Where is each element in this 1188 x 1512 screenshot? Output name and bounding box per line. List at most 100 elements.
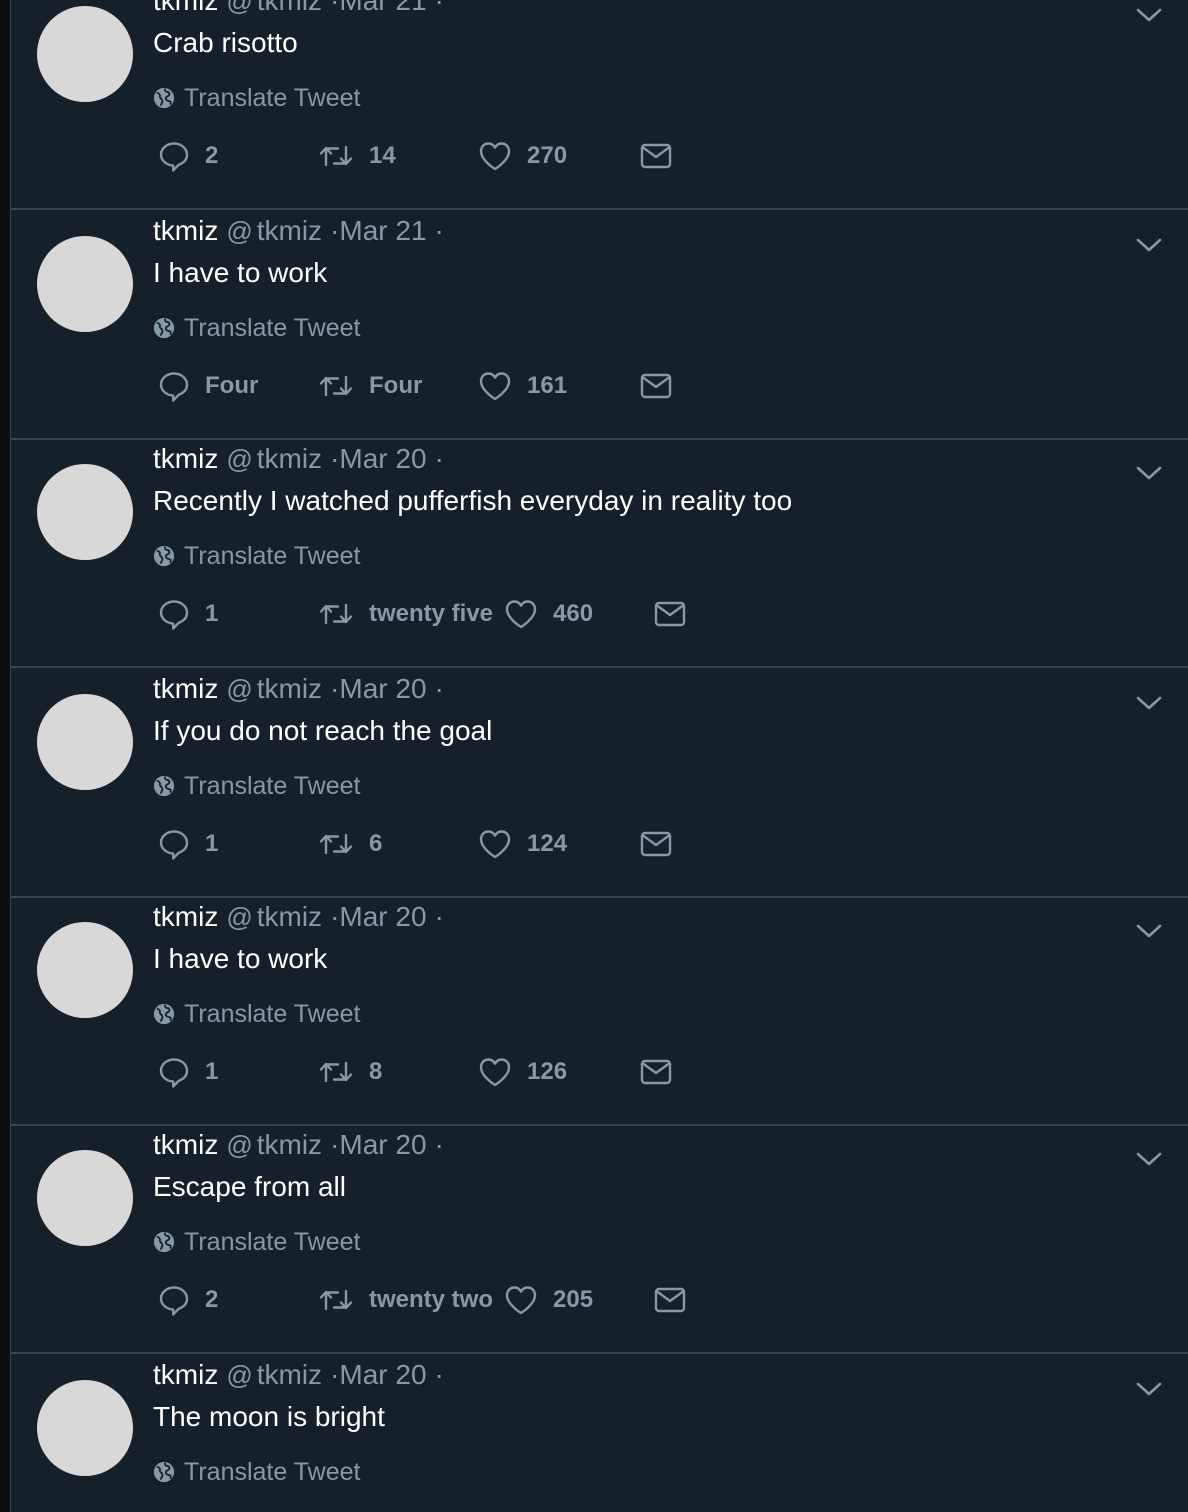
display-name[interactable]: tkmiz [153,215,218,246]
tweet[interactable]: tkmiz @ tkmiz ·Mar 20 · The moon is bright T… [11,1356,1188,1512]
avatar[interactable] [37,1380,133,1476]
tweet-text: Crab risotto [153,27,298,58]
retweet-count: Four [369,372,423,399]
tweet-date[interactable]: Mar 20 [339,1359,426,1390]
chevron-down-icon[interactable] [1135,921,1163,941]
retweet-button[interactable]: Four [317,368,422,404]
user-handle[interactable]: tkmiz [257,901,322,932]
tweet-date[interactable]: Mar 20 [339,673,426,704]
like-button[interactable]: 205 [503,1282,593,1318]
tweet[interactable]: tkmiz @ tkmiz ·Mar 20 · If you do not reach … [11,670,1188,898]
separator-dot: · [434,1359,444,1390]
like-button[interactable]: 460 [503,596,593,632]
chevron-down-icon[interactable] [1135,1149,1163,1169]
display-name[interactable]: tkmiz [153,901,218,932]
at-symbol: @ [226,0,253,16]
retweet-button[interactable]: twenty five [317,596,493,632]
tweet-header: tkmiz @ tkmiz ·Mar 20 · [153,1128,444,1162]
tweet[interactable]: tkmiz @ tkmiz ·Mar 21 · Crab risotto Transla… [11,0,1188,210]
reply-button[interactable]: 1 [157,596,218,632]
chevron-down-icon[interactable] [1135,235,1163,255]
retweet-button[interactable]: 6 [317,826,382,862]
separator-dot: · [330,1359,340,1390]
translate-label: Translate Tweet [184,83,361,112]
heart-icon [505,600,537,629]
tweet[interactable]: tkmiz @ tkmiz ·Mar 21 · I have to work Trans… [11,212,1188,440]
translate-tweet-link[interactable]: Translate Tweet [153,313,360,343]
translate-label: Translate Tweet [184,313,361,342]
display-name[interactable]: tkmiz [153,0,218,16]
globe-icon [153,1003,175,1025]
tweet-date[interactable]: Mar 20 [339,1129,426,1160]
user-handle[interactable]: tkmiz [257,215,322,246]
envelope-icon[interactable] [653,1283,687,1317]
retweet-icon [319,833,353,855]
tweet[interactable]: tkmiz @ tkmiz ·Mar 20 · Escape from all Tran… [11,1126,1188,1354]
envelope-icon[interactable] [639,827,673,861]
separator-dot: · [330,215,340,246]
at-symbol: @ [226,674,253,704]
like-button[interactable]: 161 [477,368,567,404]
reply-count: 1 [205,1058,219,1085]
translate-tweet-link[interactable]: Translate Tweet [153,771,360,801]
display-name[interactable]: tkmiz [153,443,218,474]
user-handle[interactable]: tkmiz [257,443,322,474]
translate-tweet-link[interactable]: Translate Tweet [153,83,360,113]
avatar[interactable] [37,236,133,332]
display-name[interactable]: tkmiz [153,1129,218,1160]
tweet-header: tkmiz @ tkmiz ·Mar 20 · [153,442,444,476]
retweet-button[interactable]: 14 [317,138,396,174]
like-count: 161 [527,372,568,399]
retweet-button[interactable]: 8 [317,1054,382,1090]
retweet-count: 6 [369,830,383,857]
user-handle[interactable]: tkmiz [257,1129,322,1160]
like-button[interactable]: 126 [477,1054,567,1090]
reply-button[interactable]: 2 [157,138,218,174]
display-name[interactable]: tkmiz [153,1359,218,1390]
avatar[interactable] [37,694,133,790]
reply-button[interactable]: Four [157,368,258,404]
at-symbol: @ [226,1360,253,1390]
tweet-date[interactable]: Mar 20 [339,901,426,932]
avatar[interactable] [37,464,133,560]
translate-label: Translate Tweet [184,1457,361,1486]
translate-tweet-link[interactable]: Translate Tweet [153,1227,360,1257]
reply-button[interactable]: 2 [157,1282,218,1318]
translate-tweet-link[interactable]: Translate Tweet [153,1457,360,1487]
avatar[interactable] [37,6,133,102]
chevron-down-icon[interactable] [1135,693,1163,713]
retweet-button[interactable]: twenty two [317,1282,493,1318]
display-name[interactable]: tkmiz [153,673,218,704]
reply-button[interactable]: 1 [157,1054,218,1090]
translate-label: Translate Tweet [184,1227,361,1256]
translate-tweet-link[interactable]: Translate Tweet [153,999,360,1029]
separator-dot: · [434,443,444,474]
reply-button[interactable]: 1 [157,826,218,862]
avatar[interactable] [37,922,133,1018]
globe-icon [153,87,175,109]
chevron-down-icon[interactable] [1135,5,1163,25]
chevron-down-icon[interactable] [1135,463,1163,483]
separator-dot: · [330,0,340,16]
envelope-icon[interactable] [653,597,687,631]
user-handle[interactable]: tkmiz [257,1359,322,1390]
reply-icon [159,1058,189,1088]
tweet-date[interactable]: Mar 21 [339,215,426,246]
tweet[interactable]: tkmiz @ tkmiz ·Mar 20 · Recently I watched p… [11,440,1188,668]
reply-icon [159,830,189,860]
avatar[interactable] [37,1150,133,1246]
tweet[interactable]: tkmiz @ tkmiz ·Mar 20 · I have to work Trans… [11,898,1188,1126]
user-handle[interactable]: tkmiz [257,0,322,16]
like-button[interactable]: 270 [477,138,567,174]
envelope-icon[interactable] [639,139,673,173]
tweet-date[interactable]: Mar 21 [339,0,426,16]
like-button[interactable]: 124 [477,826,567,862]
envelope-icon[interactable] [639,1055,673,1089]
retweet-icon [319,1289,353,1311]
envelope-icon[interactable] [639,369,673,403]
tweet-date[interactable]: Mar 20 [339,443,426,474]
user-handle[interactable]: tkmiz [257,673,322,704]
chevron-down-icon[interactable] [1135,1379,1163,1399]
tweet-text: If you do not reach the goal [153,715,493,746]
translate-tweet-link[interactable]: Translate Tweet [153,541,360,571]
